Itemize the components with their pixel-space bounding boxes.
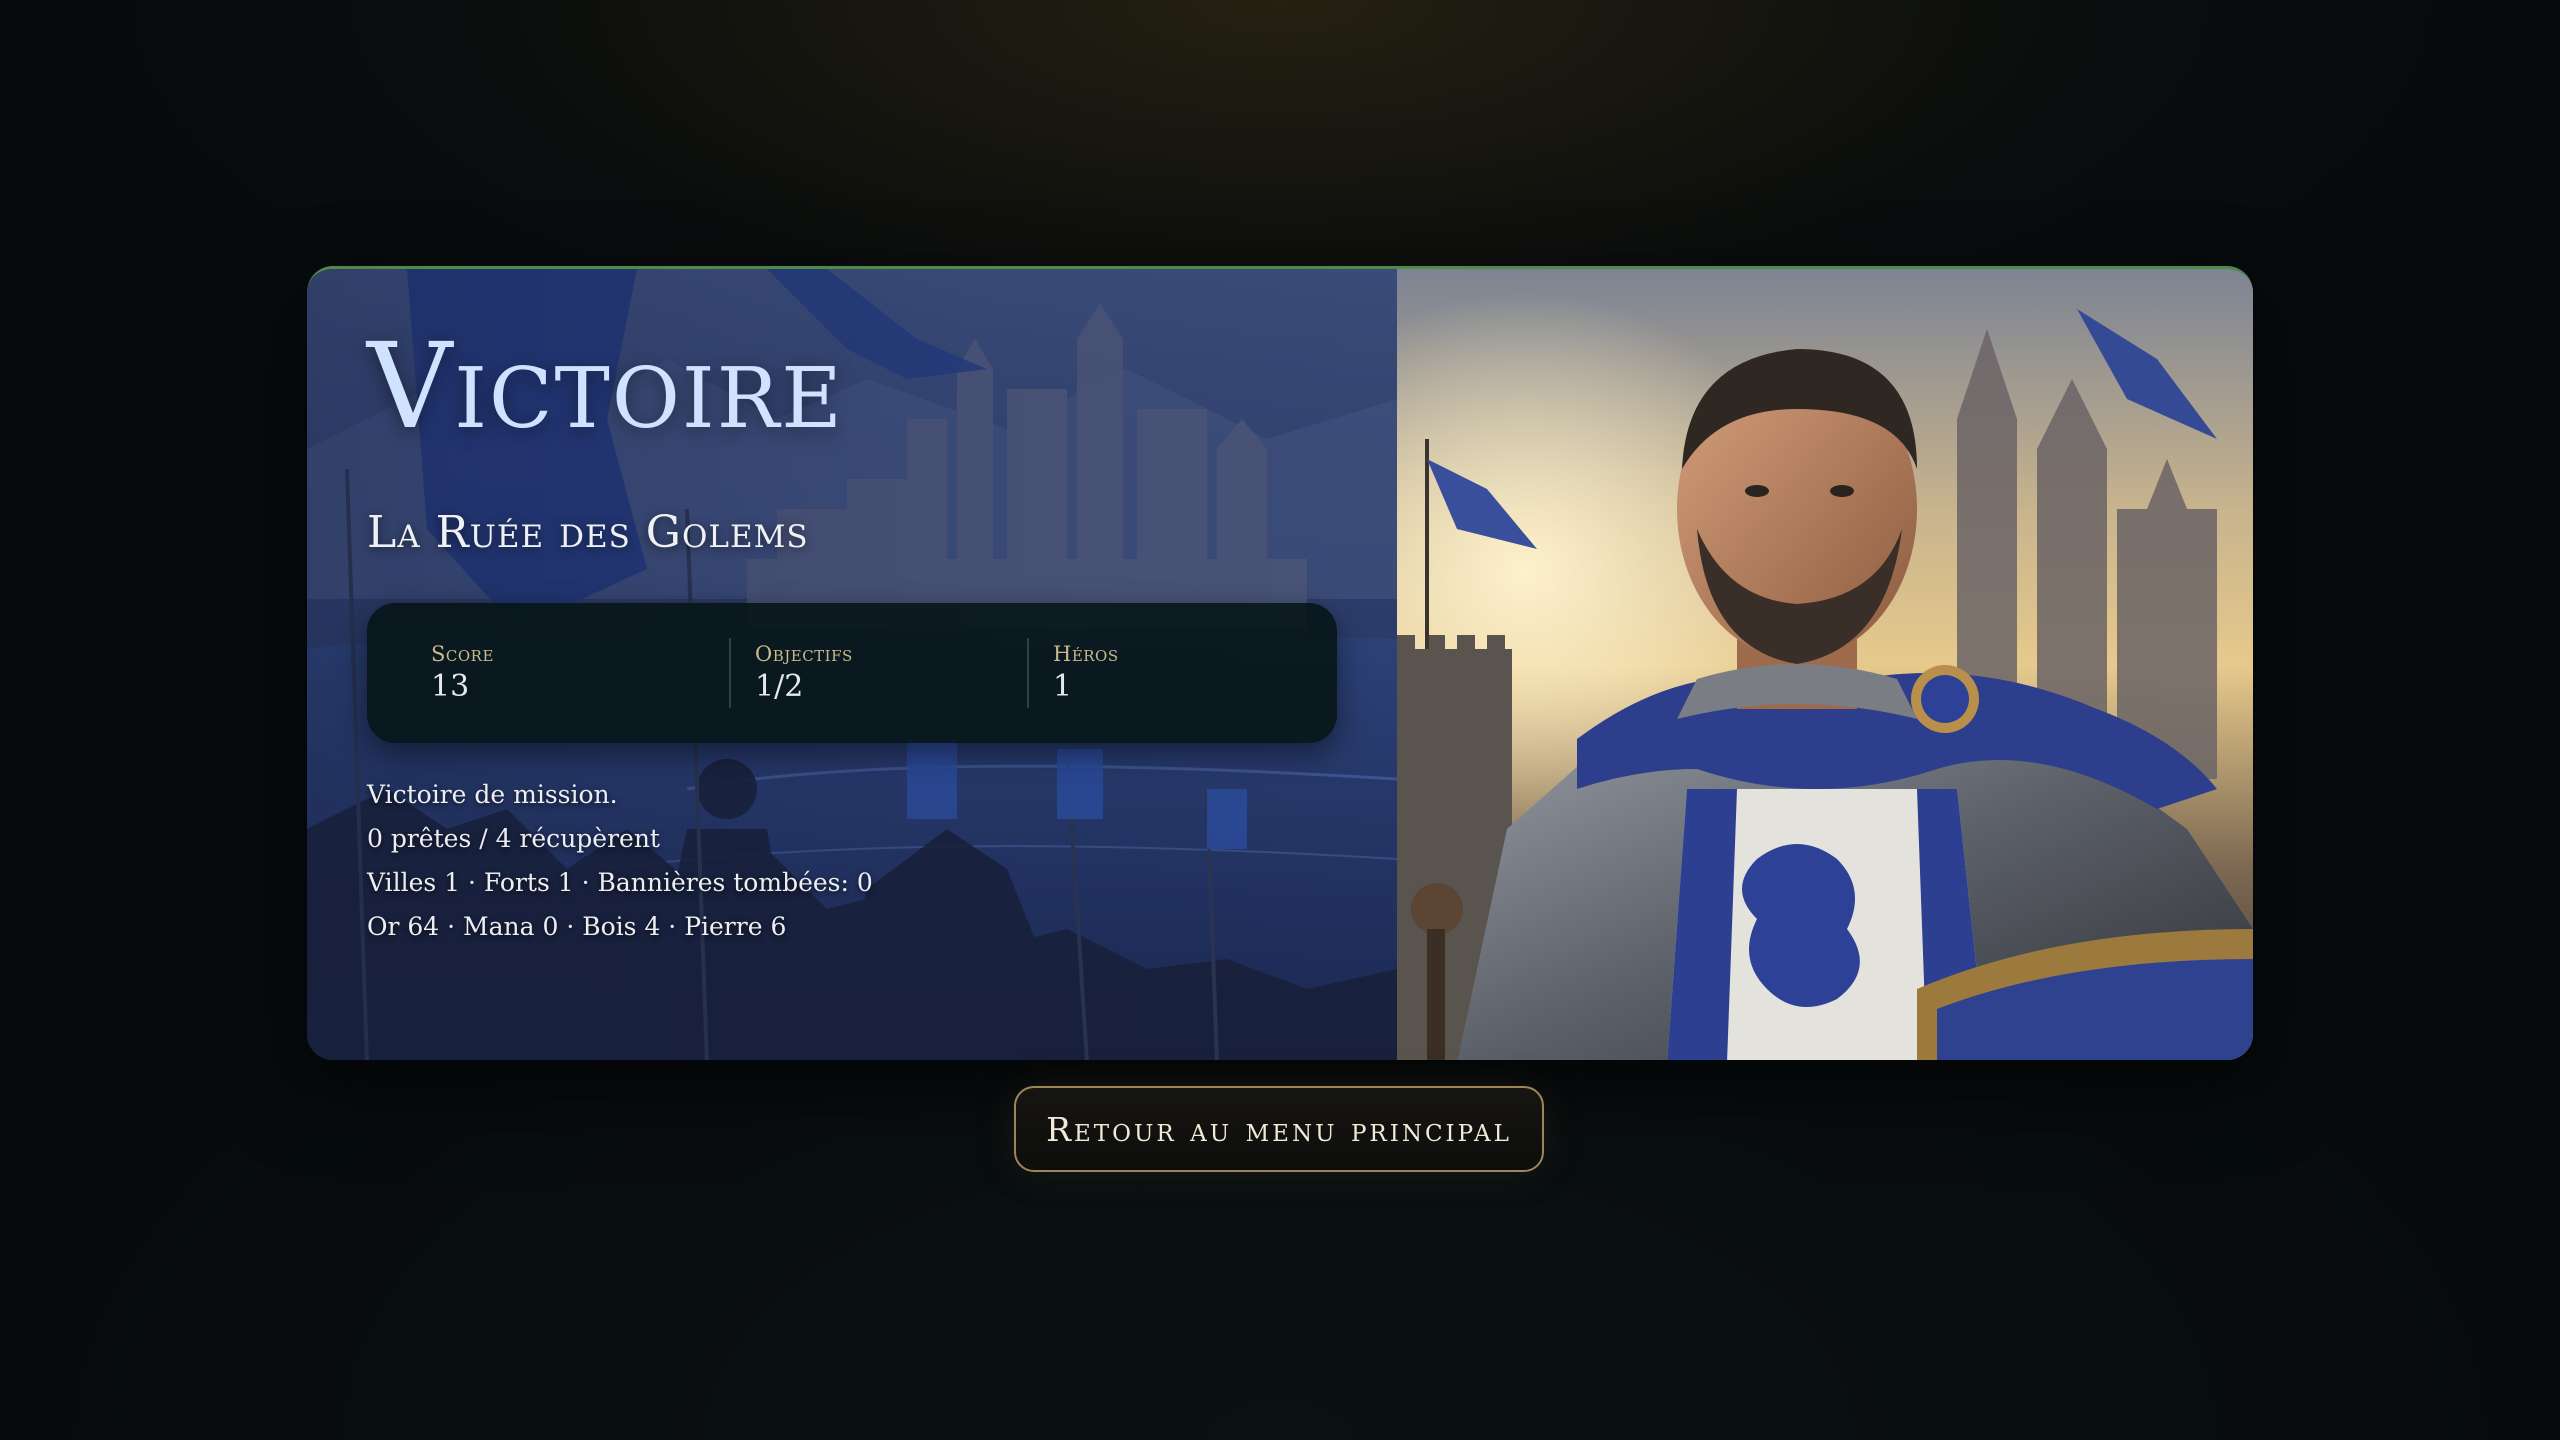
- hero-portrait-panel: [1397, 269, 2253, 1060]
- stat-value: 1/2: [755, 669, 804, 705]
- stat-score: Score 13: [431, 638, 729, 708]
- stat-heroes: Héros 1: [1027, 638, 1325, 708]
- stat-label: Score: [431, 641, 494, 666]
- stat-label: Objectifs: [755, 641, 853, 666]
- detail-line: 0 prêtes / 4 récupèrent: [367, 824, 660, 853]
- detail-line: Villes 1 · Forts 1 · Bannières tombées: …: [367, 868, 873, 897]
- battle-illustration-panel: Victoire La Ruée des Golems Score 13 Obj…: [307, 269, 1397, 1060]
- return-to-main-menu-button[interactable]: Retour au menu principal: [1014, 1086, 1544, 1172]
- detail-line: Or 64 · Mana 0 · Bois 4 · Pierre 6: [367, 912, 787, 941]
- stat-value: 13: [431, 669, 470, 705]
- detail-line: Victoire de mission.: [367, 780, 618, 809]
- stat-objectives: Objectifs 1/2: [729, 638, 1027, 708]
- knight-portrait: [1397, 269, 2253, 1060]
- victory-card: Victoire La Ruée des Golems Score 13 Obj…: [307, 266, 2253, 1060]
- stats-panel: Score 13 Objectifs 1/2 Héros 1: [367, 603, 1337, 743]
- stat-label: Héros: [1053, 641, 1119, 666]
- mission-name: La Ruée des Golems: [367, 507, 809, 558]
- mission-details: Victoire de mission. 0 prêtes / 4 récupè…: [367, 773, 873, 949]
- result-title: Victoire: [367, 317, 844, 455]
- stat-value: 1: [1053, 669, 1073, 705]
